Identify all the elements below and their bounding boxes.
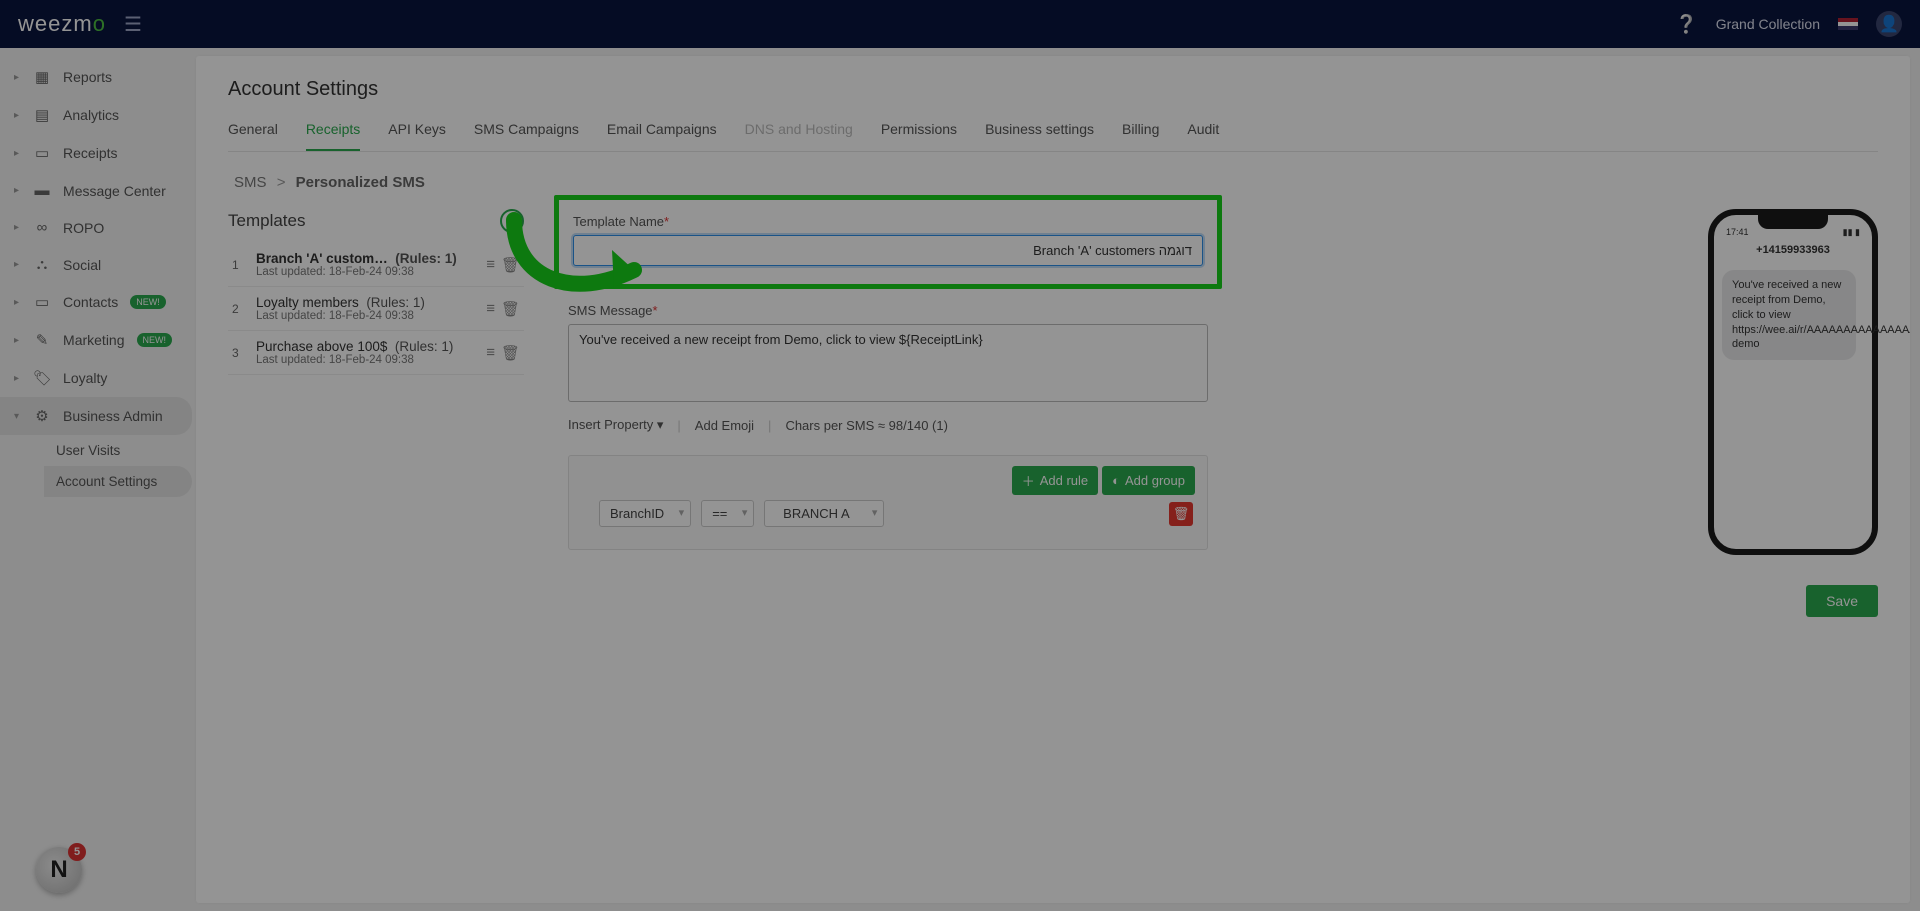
tab-email-campaigns[interactable]: Email Campaigns bbox=[607, 121, 717, 151]
add-group-button[interactable]: ◐Add group bbox=[1102, 466, 1195, 495]
sidebar-sub-user-visits[interactable]: User Visits bbox=[44, 435, 192, 466]
phone-preview: 17:41▮▮ ▮ +14159933963 You've received a… bbox=[1708, 209, 1878, 555]
marketing-icon: ✎ bbox=[33, 331, 51, 349]
breadcrumb: SMS > Personalized SMS bbox=[234, 174, 1878, 191]
receipt-icon: ▭ bbox=[33, 144, 51, 162]
drag-handle-icon[interactable]: ≡ bbox=[486, 344, 495, 362]
rule-field-select[interactable]: BranchID bbox=[599, 500, 691, 527]
widget-glyph: N bbox=[50, 856, 67, 884]
new-badge: NEW! bbox=[137, 333, 173, 347]
signal-icon: ▮▮ ▮ bbox=[1843, 227, 1860, 238]
gear-icon: ⚙ bbox=[33, 407, 51, 425]
tab-api-keys[interactable]: API Keys bbox=[388, 121, 446, 151]
add-emoji-button[interactable]: Add Emoji bbox=[695, 418, 754, 433]
tab-receipts[interactable]: Receipts bbox=[306, 121, 360, 151]
message-icon: ▬ bbox=[33, 182, 51, 199]
tab-sms-campaigns[interactable]: SMS Campaigns bbox=[474, 121, 579, 151]
page-title: Account Settings bbox=[228, 78, 1878, 101]
delete-icon[interactable]: 🗑 bbox=[501, 256, 520, 274]
sidebar-item-analytics[interactable]: ▸▤Analytics bbox=[0, 96, 192, 134]
phone-number: +14159933963 bbox=[1722, 244, 1864, 256]
notifications-count-badge: 5 bbox=[68, 843, 86, 861]
sidebar-item-loyalty[interactable]: ▸🏷Loyalty bbox=[0, 359, 192, 397]
template-row[interactable]: 1 Branch 'A' custom… (Rules: 1) Last upd… bbox=[228, 243, 524, 287]
sms-message-textarea[interactable] bbox=[568, 324, 1208, 402]
template-name-input[interactable] bbox=[573, 235, 1203, 266]
template-form: Template Name* SMS Message* Insert Prope… bbox=[568, 209, 1208, 550]
tab-general[interactable]: General bbox=[228, 121, 278, 151]
flag-icon[interactable] bbox=[1838, 18, 1858, 30]
avatar-icon[interactable]: 👤 bbox=[1876, 11, 1902, 37]
people-icon: ⛬ bbox=[33, 256, 51, 273]
sidebar-item-business-admin[interactable]: ▾⚙Business Admin bbox=[0, 397, 192, 435]
rule-row: BranchID == BRANCH A 🗑 bbox=[599, 500, 1193, 527]
drag-handle-icon[interactable]: ≡ bbox=[486, 300, 495, 318]
menu-toggle-icon[interactable]: ☰ bbox=[124, 12, 142, 37]
rule-operator-select[interactable]: == bbox=[701, 500, 754, 527]
sidebar-item-marketing[interactable]: ▸✎MarketingNEW! bbox=[0, 321, 192, 359]
new-badge: NEW! bbox=[130, 295, 166, 309]
sidebar: ▸▦Reports ▸▤Analytics ▸▭Receipts ▸▬Messa… bbox=[0, 48, 192, 911]
notifications-widget[interactable]: N 5 bbox=[36, 847, 82, 893]
sms-bubble: You've received a new receipt from Demo,… bbox=[1722, 270, 1856, 360]
template-row[interactable]: 3 Purchase above 100$ (Rules: 1) Last up… bbox=[228, 331, 524, 375]
help-icon[interactable]: ❔ bbox=[1675, 14, 1697, 35]
add-rule-button[interactable]: ＋Add rule bbox=[1012, 466, 1098, 495]
user-name[interactable]: Grand Collection bbox=[1716, 16, 1820, 32]
sidebar-item-contacts[interactable]: ▸▭ContactsNEW! bbox=[0, 283, 192, 321]
group-icon: ◐ bbox=[1112, 473, 1120, 488]
chart-icon: ▤ bbox=[33, 106, 51, 124]
tab-billing[interactable]: Billing bbox=[1122, 121, 1159, 151]
template-name-highlight: Template Name* bbox=[554, 195, 1222, 289]
add-template-button[interactable]: ＋ bbox=[500, 209, 524, 233]
delete-rule-button[interactable]: 🗑 bbox=[1169, 502, 1193, 526]
char-counter: Chars per SMS ≈ 98/140 (1) bbox=[785, 418, 947, 433]
sidebar-item-message-center[interactable]: ▸▬Message Center bbox=[0, 172, 192, 209]
save-button[interactable]: Save bbox=[1806, 585, 1878, 617]
main-panel: Account Settings General Receipts API Ke… bbox=[196, 56, 1910, 903]
tab-permissions[interactable]: Permissions bbox=[881, 121, 957, 151]
breadcrumb-personalized-sms: Personalized SMS bbox=[296, 174, 425, 191]
templates-column: Templates ＋ 1 Branch 'A' custom… (Rules:… bbox=[228, 209, 524, 375]
phone-notch bbox=[1758, 215, 1828, 229]
templates-heading: Templates bbox=[228, 211, 305, 231]
grid-icon: ▦ bbox=[33, 68, 51, 86]
plus-icon: ＋ bbox=[1022, 471, 1035, 490]
drag-handle-icon[interactable]: ≡ bbox=[486, 256, 495, 274]
tab-business-settings[interactable]: Business settings bbox=[985, 121, 1094, 151]
delete-icon[interactable]: 🗑 bbox=[501, 300, 520, 318]
sidebar-item-reports[interactable]: ▸▦Reports bbox=[0, 58, 192, 96]
rules-builder: ＋Add rule ◐Add group BranchID == BRANCH … bbox=[568, 455, 1208, 550]
insert-property-dropdown[interactable]: Insert Property ▾ bbox=[568, 417, 663, 433]
tag-icon: 🏷 bbox=[33, 369, 51, 387]
infinity-icon: ∞ bbox=[33, 219, 51, 236]
sidebar-item-receipts[interactable]: ▸▭Receipts bbox=[0, 134, 192, 172]
top-navbar: weezmo ☰ ❔ Grand Collection 👤 bbox=[0, 0, 1920, 48]
tab-dns-hosting: DNS and Hosting bbox=[745, 121, 853, 151]
editor-toolbar: Insert Property ▾ | Add Emoji | Chars pe… bbox=[568, 417, 1208, 433]
rule-value-select[interactable]: BRANCH A bbox=[764, 500, 884, 527]
sidebar-item-social[interactable]: ▸⛬Social bbox=[0, 246, 192, 283]
sidebar-item-ropo[interactable]: ▸∞ROPO bbox=[0, 209, 192, 246]
breadcrumb-sms[interactable]: SMS bbox=[234, 174, 267, 191]
tab-audit[interactable]: Audit bbox=[1187, 121, 1219, 151]
settings-tabs: General Receipts API Keys SMS Campaigns … bbox=[228, 121, 1878, 152]
template-row[interactable]: 2 Loyalty members (Rules: 1) Last update… bbox=[228, 287, 524, 331]
template-name-label: Template Name* bbox=[573, 214, 1203, 229]
contacts-icon: ▭ bbox=[33, 293, 51, 311]
phone-preview-column: 17:41▮▮ ▮ +14159933963 You've received a… bbox=[1252, 209, 1878, 555]
brand-logo: weezmo bbox=[18, 11, 106, 37]
sms-message-label: SMS Message* bbox=[568, 303, 1208, 318]
sidebar-sub-account-settings[interactable]: Account Settings bbox=[44, 466, 192, 497]
delete-icon[interactable]: 🗑 bbox=[501, 344, 520, 362]
